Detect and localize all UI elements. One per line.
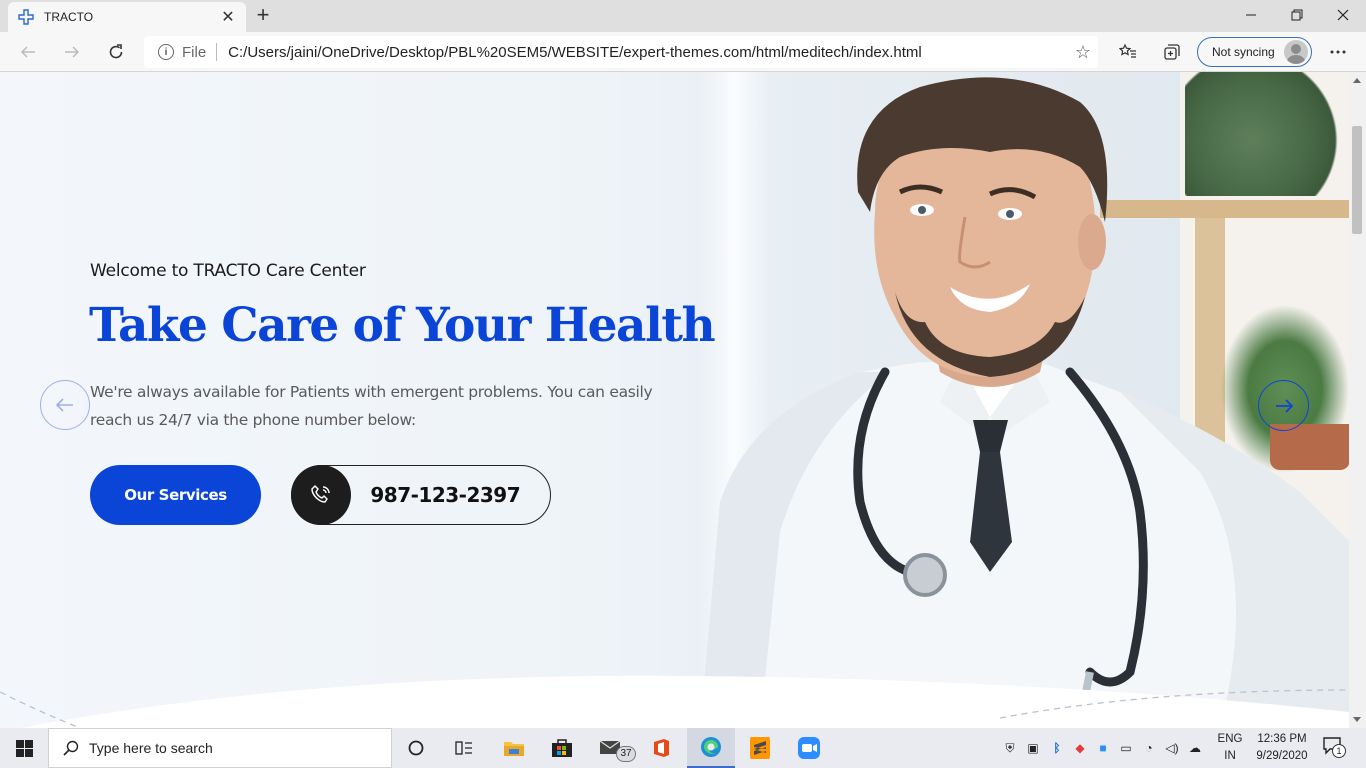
url-text[interactable]: C:/Users/jaini/OneDrive/Desktop/PBL%20SE… bbox=[228, 44, 1068, 61]
app-tray-icon[interactable]: ◆ bbox=[1068, 741, 1092, 755]
refresh-icon[interactable] bbox=[102, 38, 130, 66]
address-bar[interactable]: i File C:/Users/jaini/OneDrive/Desktop/P… bbox=[144, 36, 1098, 68]
office-icon[interactable] bbox=[637, 728, 685, 768]
tab-title: TRACTO bbox=[44, 10, 94, 24]
browser-tab[interactable]: TRACTO ✕ bbox=[8, 2, 246, 32]
edge-browser-icon[interactable] bbox=[687, 728, 735, 768]
our-services-button[interactable]: Our Services bbox=[90, 465, 261, 525]
task-view-icon[interactable] bbox=[440, 728, 488, 768]
window-close-icon[interactable] bbox=[1320, 0, 1366, 30]
language-code: ENG bbox=[1217, 733, 1243, 745]
scroll-down-icon[interactable] bbox=[1353, 717, 1361, 722]
slider-next-button[interactable] bbox=[1258, 380, 1309, 431]
arrow-right-icon bbox=[1275, 398, 1293, 413]
tab-close-icon[interactable]: ✕ bbox=[220, 7, 236, 27]
welcome-text: Welcome to TRACTO Care Center bbox=[90, 261, 366, 281]
new-tab-icon[interactable]: + bbox=[252, 4, 274, 28]
collections-icon[interactable] bbox=[1160, 40, 1184, 64]
clock-date: 9/29/2020 bbox=[1256, 750, 1308, 762]
clock[interactable]: 12:36 PM 9/29/2020 bbox=[1250, 731, 1314, 765]
favorites-icon[interactable] bbox=[1116, 40, 1140, 64]
address-divider bbox=[216, 43, 218, 61]
hero-headline: Take Care of Your Health bbox=[89, 298, 716, 353]
notification-center-icon[interactable]: 1 bbox=[1322, 736, 1348, 760]
search-icon bbox=[63, 740, 79, 756]
sublime-text-icon[interactable] bbox=[736, 728, 784, 768]
arrow-left-icon bbox=[56, 398, 73, 412]
store-icon[interactable] bbox=[538, 728, 586, 768]
forward-icon[interactable] bbox=[58, 38, 86, 66]
zoom-icon[interactable] bbox=[785, 728, 833, 768]
vertical-scrollbar[interactable] bbox=[1349, 72, 1366, 728]
mail-icon[interactable]: 37 bbox=[588, 728, 636, 768]
display-icon[interactable]: ▣ bbox=[1020, 741, 1046, 755]
taskbar-search-box[interactable]: Type here to search bbox=[48, 728, 392, 768]
notification-count: 1 bbox=[1332, 744, 1346, 758]
bluetooth-icon[interactable]: ᛒ bbox=[1046, 741, 1068, 755]
battery-icon[interactable]: ▭ bbox=[1114, 741, 1138, 755]
system-tray: ⛨ ▣ ᛒ ◆ ■ ▭ ◔ ◁) ☁ bbox=[1000, 728, 1206, 768]
more-menu-icon[interactable] bbox=[1326, 40, 1350, 64]
scroll-thumb[interactable] bbox=[1352, 126, 1362, 234]
minimize-icon[interactable] bbox=[1228, 0, 1274, 30]
zoom-tray-icon[interactable]: ■ bbox=[1092, 741, 1114, 755]
restore-icon[interactable] bbox=[1274, 0, 1320, 30]
phone-contact-pill[interactable]: 987-123-2397 bbox=[290, 465, 551, 525]
file-explorer-icon[interactable] bbox=[490, 728, 538, 768]
scroll-up-icon[interactable] bbox=[1353, 78, 1361, 83]
phone-number: 987-123-2397 bbox=[370, 483, 521, 507]
search-placeholder: Type here to search bbox=[89, 740, 213, 756]
hero-description: We're always available for Patients with… bbox=[90, 383, 653, 429]
region-code: IN bbox=[1224, 750, 1236, 762]
mail-badge: 37 bbox=[616, 746, 636, 762]
taskbar: Type here to search 37 ⛨ ▣ ᛒ ◆ ■ ▭ ◔ ◁) … bbox=[0, 728, 1366, 768]
favorite-star-icon[interactable]: ☆ bbox=[1068, 42, 1098, 63]
back-icon[interactable] bbox=[14, 38, 42, 66]
tab-bar: TRACTO ✕ + bbox=[0, 0, 1366, 32]
windows-logo-icon bbox=[15, 739, 33, 757]
language-indicator[interactable]: ENG IN bbox=[1214, 731, 1246, 765]
bottom-wave-shape bbox=[0, 675, 1349, 728]
doctor-image bbox=[700, 77, 1349, 728]
weather-cloud-icon[interactable]: ☁ bbox=[1184, 741, 1206, 755]
clock-time: 12:36 PM bbox=[1257, 733, 1307, 745]
hero-section: Welcome to TRACTO Care Center Take Care … bbox=[0, 72, 1349, 728]
profile-avatar-icon bbox=[1284, 40, 1308, 64]
slider-prev-button[interactable] bbox=[40, 380, 90, 430]
volume-icon[interactable]: ◁) bbox=[1160, 741, 1184, 755]
browser-toolbar: i File C:/Users/jaini/OneDrive/Desktop/P… bbox=[0, 32, 1366, 72]
sync-button[interactable]: Not syncing bbox=[1197, 37, 1312, 67]
security-shield-icon[interactable]: ⛨ bbox=[1000, 741, 1020, 756]
medical-cross-icon bbox=[18, 9, 34, 25]
info-icon[interactable]: i bbox=[158, 44, 174, 60]
wifi-icon[interactable]: ◔ bbox=[1138, 741, 1160, 755]
sync-label: Not syncing bbox=[1212, 45, 1275, 59]
address-scheme-label: File bbox=[182, 43, 207, 61]
cortana-icon[interactable] bbox=[392, 728, 440, 768]
phone-icon bbox=[290, 465, 351, 525]
windows-start-button[interactable] bbox=[0, 728, 48, 768]
